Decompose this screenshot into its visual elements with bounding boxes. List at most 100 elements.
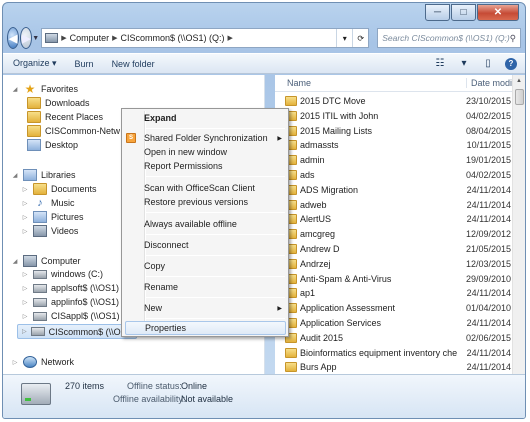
new-folder-button[interactable]: New folder — [112, 59, 155, 69]
menu-item-properties[interactable]: Properties — [125, 321, 286, 335]
expand-arrow-icon[interactable]: ▷ — [21, 299, 29, 306]
view-options-icon[interactable]: ▾ — [457, 58, 471, 69]
menu-separator — [146, 318, 285, 319]
file-row[interactable]: Application Assessment 01/04/2010 — [285, 301, 511, 315]
column-date-modified[interactable]: Date modifi — [466, 78, 517, 88]
expand-arrow-icon[interactable]: ▷ — [21, 313, 29, 320]
file-row[interactable]: admassts 10/11/2015 — [285, 138, 511, 152]
breadcrumb-current-drive[interactable]: CIScommon$ (\\OS1) (Q:) — [121, 33, 225, 43]
collapse-arrow-icon[interactable]: ◢ — [11, 258, 19, 265]
menu-item-open-new-window[interactable]: Open in new window — [144, 145, 286, 159]
file-name: adweb — [300, 199, 327, 210]
nav-recent-places[interactable]: Recent Places — [27, 111, 103, 123]
nav-drive-i[interactable]: ▷ applinfo$ (\\OS1) (I: — [21, 297, 130, 307]
file-row[interactable]: Burs App 24/11/2014 — [285, 360, 511, 374]
back-button[interactable]: ◀ — [7, 27, 20, 49]
nav-desktop[interactable]: Desktop — [27, 139, 78, 151]
nav-pictures[interactable]: ▷ Pictures — [21, 211, 84, 223]
address-dropdown-icon[interactable]: ▾ — [336, 29, 352, 47]
file-row[interactable]: 2015 DTC Move 23/10/2015 — [285, 94, 511, 108]
file-name: Anti-Spam & Anti-Virus — [300, 273, 392, 284]
file-row[interactable]: Andrzej 12/03/2015 — [285, 257, 511, 271]
menu-separator — [146, 212, 285, 213]
file-row[interactable]: Audit 2015 02/06/2015 — [285, 331, 511, 345]
file-row[interactable]: 2015 ITIL with John 04/02/2015 — [285, 109, 511, 123]
menu-item-rename[interactable]: Rename — [144, 280, 286, 294]
recent-pages-dropdown[interactable]: ▼ — [32, 35, 39, 42]
change-view-icon[interactable]: ☷ — [433, 58, 447, 69]
breadcrumb-separator[interactable]: ▶ — [228, 34, 233, 42]
column-name[interactable]: Name — [287, 78, 311, 88]
expand-arrow-icon[interactable]: ▷ — [21, 186, 29, 193]
file-row[interactable]: ap1 24/11/2014 — [285, 286, 511, 300]
file-row[interactable]: amcgreg 12/09/2012 — [285, 227, 511, 241]
nav-libraries[interactable]: ◢ Libraries — [11, 169, 76, 181]
breadcrumb-computer[interactable]: Computer — [70, 33, 110, 43]
menu-item-shared-folder-sync[interactable]: Shared Folder Synchronization ▶ — [144, 131, 286, 145]
preview-pane-icon[interactable]: ▯ — [481, 58, 495, 69]
close-button[interactable]: ✕ — [477, 4, 519, 21]
item-count: 270 items — [65, 381, 105, 391]
file-row[interactable]: Andrew D 21/05/2015 — [285, 242, 511, 256]
nav-drive-q-selected[interactable]: ▷ CIScommon$ (\\OS1) (Q:) — [17, 324, 153, 339]
menu-item-scan-officescan[interactable]: Scan with OfficeScan Client — [144, 181, 286, 195]
file-row[interactable]: Bioinformatics equipment inventory che..… — [285, 346, 511, 360]
nav-network[interactable]: ▷ Network — [11, 356, 74, 368]
maximize-button[interactable]: □ — [451, 4, 476, 21]
file-date-modified: 24/11/2014 — [466, 288, 511, 299]
menu-item-always-offline[interactable]: Always available offline — [144, 217, 286, 231]
search-input[interactable]: Search CIScommon$ (\\OS1) (Q:) — [382, 33, 510, 43]
menu-item-copy[interactable]: Copy — [144, 259, 286, 273]
help-icon[interactable]: ? — [505, 57, 517, 70]
folder-icon — [285, 96, 297, 106]
breadcrumb-separator[interactable]: ▶ — [112, 34, 117, 42]
star-icon: ★ — [24, 82, 36, 96]
expand-arrow-icon[interactable]: ▷ — [21, 285, 29, 292]
nav-music[interactable]: ▷ ♪ Music — [21, 197, 75, 209]
collapse-arrow-icon[interactable]: ◢ — [11, 86, 19, 93]
expand-arrow-icon[interactable]: ▷ — [21, 214, 29, 221]
expand-arrow-icon[interactable]: ▷ — [21, 271, 29, 278]
file-row[interactable]: adweb 24/11/2014 — [285, 198, 511, 212]
file-row[interactable]: 2015 Mailing Lists 08/04/2015 — [285, 124, 511, 138]
nav-videos[interactable]: ▷ Videos — [21, 225, 78, 237]
address-bar[interactable]: ▶ Computer ▶ CIScommon$ (\\OS1) (Q:) ▶ ▾… — [41, 28, 370, 48]
nav-favorites[interactable]: ◢ ★ Favorites — [11, 83, 78, 95]
organize-button[interactable]: Organize ▾ — [13, 58, 57, 69]
submenu-arrow-icon: ▶ — [277, 135, 282, 142]
nav-computer[interactable]: ◢ Computer — [11, 255, 81, 267]
forward-button[interactable]: ▶ — [20, 27, 33, 49]
expand-arrow-icon[interactable]: ▷ — [21, 200, 29, 207]
menu-item-restore-previous[interactable]: Restore previous versions — [144, 195, 286, 209]
expand-arrow-icon[interactable]: ▷ — [21, 228, 29, 235]
file-name: 2015 Mailing Lists — [300, 125, 373, 136]
expand-arrow-icon[interactable]: ▷ — [11, 359, 19, 366]
minimize-button[interactable]: ─ — [425, 4, 450, 21]
file-row[interactable]: Application Services 24/11/2014 — [285, 316, 511, 330]
nav-downloads[interactable]: Downloads — [27, 97, 90, 109]
menu-item-disconnect[interactable]: Disconnect — [144, 238, 286, 252]
file-row[interactable]: admin 19/01/2015 — [285, 153, 511, 167]
collapse-arrow-icon[interactable]: ◢ — [11, 172, 19, 179]
nav-ciscommon-netw[interactable]: CISCommon-Netw — [27, 125, 120, 137]
expand-arrow-icon[interactable]: ▷ — [22, 328, 27, 335]
nav-drive-c[interactable]: ▷ windows (C:) — [21, 269, 103, 279]
file-name: Burs App — [300, 362, 337, 373]
vertical-scrollbar[interactable]: ▲ — [512, 75, 525, 375]
breadcrumb-separator[interactable]: ▶ — [61, 34, 66, 42]
file-row[interactable]: ADS Migration 24/11/2014 — [285, 183, 511, 197]
nav-drive-g[interactable]: ▷ applsoft$ (\\OS1) (G: — [21, 283, 134, 293]
scroll-up-arrow-icon[interactable]: ▲ — [513, 75, 525, 88]
menu-item-expand[interactable]: Expand — [144, 111, 286, 125]
file-row[interactable]: ads 04/02/2015 — [285, 168, 511, 182]
nav-drive-p[interactable]: ▷ CISappl$ (\\OS1) (P: — [21, 311, 134, 321]
file-row[interactable]: Anti-Spam & Anti-Virus 29/09/2010 — [285, 272, 511, 286]
scrollbar-thumb[interactable] — [515, 89, 524, 105]
burn-button[interactable]: Burn — [75, 59, 94, 69]
refresh-icon[interactable]: ⟳ — [352, 29, 368, 47]
search-box[interactable]: Search CIScommon$ (\\OS1) (Q:) ⚲ — [377, 28, 521, 48]
file-row[interactable]: AlertUS 24/11/2014 — [285, 212, 511, 226]
nav-documents[interactable]: ▷ Documents — [21, 183, 97, 195]
menu-item-new[interactable]: New ▶ — [144, 301, 286, 315]
menu-item-report-permissions[interactable]: Report Permissions — [144, 159, 286, 173]
